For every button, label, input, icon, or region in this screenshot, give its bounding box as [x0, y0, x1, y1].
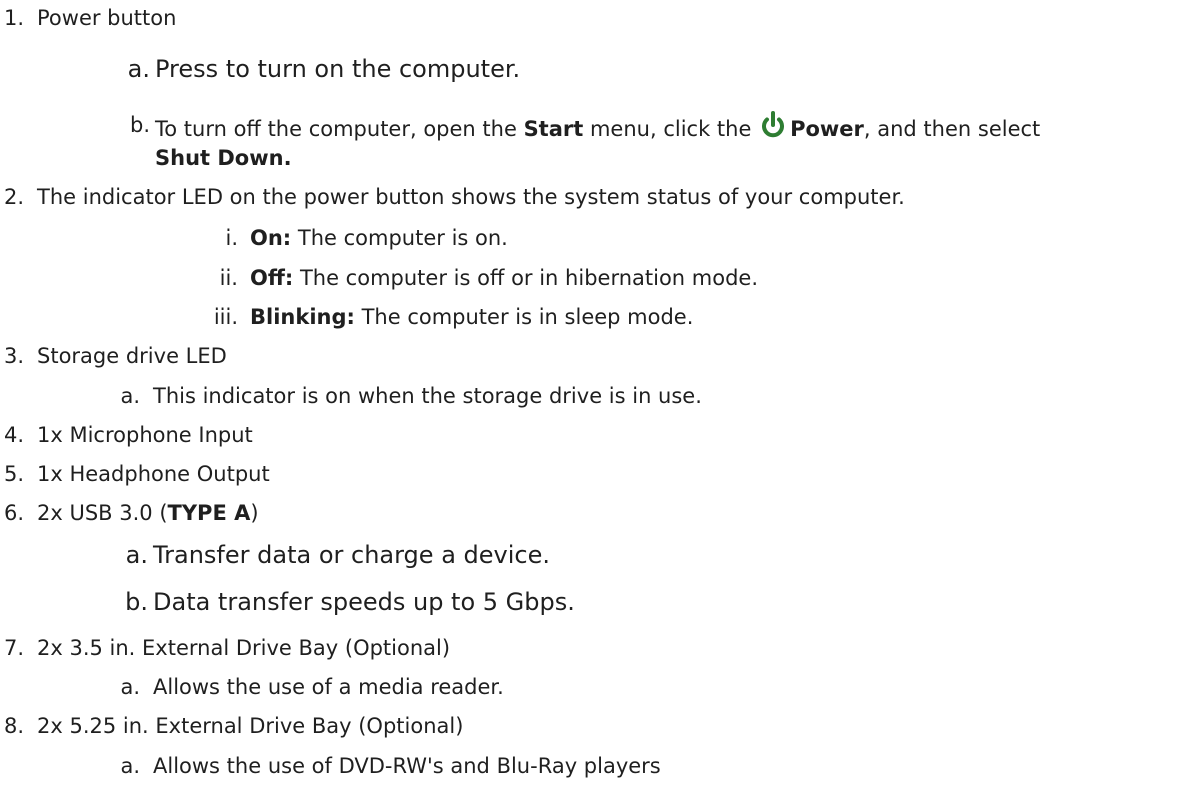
status-label: Off:: [250, 266, 294, 290]
list-marker: a.: [127, 55, 150, 83]
list-item-text: Off: The computer is off or in hibernati…: [250, 268, 758, 289]
list-marker: a.: [125, 541, 148, 569]
list-item-text: The indicator LED on the power button sh…: [37, 185, 905, 209]
list-item-text: Transfer data or charge a device.: [153, 541, 550, 569]
list-item-text: Data transfer speeds up to 5 Gbps.: [153, 588, 575, 616]
list-marker: 8.: [3, 714, 24, 738]
text-segment: ): [250, 501, 259, 525]
text-segment: menu, click the: [583, 117, 759, 141]
list-marker: iii.: [213, 305, 238, 329]
text-segment: 2x USB 3.0 (: [37, 501, 168, 525]
start-menu-label: Start: [523, 117, 584, 141]
status-label: On:: [250, 226, 292, 250]
list-marker: 3.: [3, 344, 24, 368]
list-item-text: On: The computer is on.: [250, 228, 508, 249]
list-item-text: 2x USB 3.0 (TYPE A): [37, 503, 259, 524]
list-item-text: 2x 5.25 in. External Drive Bay (Optional…: [37, 714, 464, 738]
list-item-text: Storage drive LED: [37, 344, 227, 368]
text-segment: The computer is on.: [291, 226, 508, 250]
list-item-text: This indicator is on when the storage dr…: [153, 384, 702, 408]
list-marker: a.: [120, 675, 140, 699]
list-marker: i.: [225, 226, 238, 250]
list-item-text: To turn off the computer, open the Start…: [155, 110, 1175, 140]
text-segment: To turn off the computer, open the: [155, 117, 524, 141]
list-item-text: 2x 3.5 in. External Drive Bay (Optional): [37, 636, 451, 660]
status-label: Blinking:: [250, 305, 355, 329]
text-segment: , and then select: [863, 117, 1041, 141]
list-item-text: 1x Headphone Output: [37, 462, 270, 486]
text-segment: The computer is off or in hibernation mo…: [293, 266, 759, 290]
list-item-text: Blinking: The computer is in sleep mode.: [250, 307, 693, 328]
list-marker: b.: [125, 588, 148, 616]
list-item-text: 1x Microphone Input: [37, 423, 253, 447]
list-item-text: Allows the use of DVD-RW's and Blu-Ray p…: [153, 754, 661, 778]
list-marker: a.: [120, 384, 140, 408]
list-item-text: Allows the use of a media reader.: [153, 675, 504, 699]
list-marker: b.: [129, 113, 150, 137]
list-marker: 6.: [3, 501, 24, 525]
text-segment: The computer is in sleep mode.: [354, 305, 694, 329]
list-marker: 4.: [3, 423, 24, 447]
usb-type-label: TYPE A: [167, 501, 251, 525]
list-marker: a.: [120, 754, 140, 778]
list-marker: 7.: [3, 636, 24, 660]
list-marker: 2.: [3, 185, 24, 209]
power-label: Power: [790, 117, 864, 141]
page: { "items": [ {"marker":"1.","text":"Powe…: [0, 0, 1187, 801]
power-icon: [758, 110, 788, 140]
list-marker: ii.: [219, 266, 238, 290]
list-item-text: Press to turn on the computer.: [155, 55, 521, 83]
list-marker: 1.: [3, 6, 24, 30]
list-marker: 5.: [3, 462, 24, 486]
shut-down-label: Shut Down.: [155, 146, 292, 170]
list-item-text: Power button: [37, 6, 177, 30]
